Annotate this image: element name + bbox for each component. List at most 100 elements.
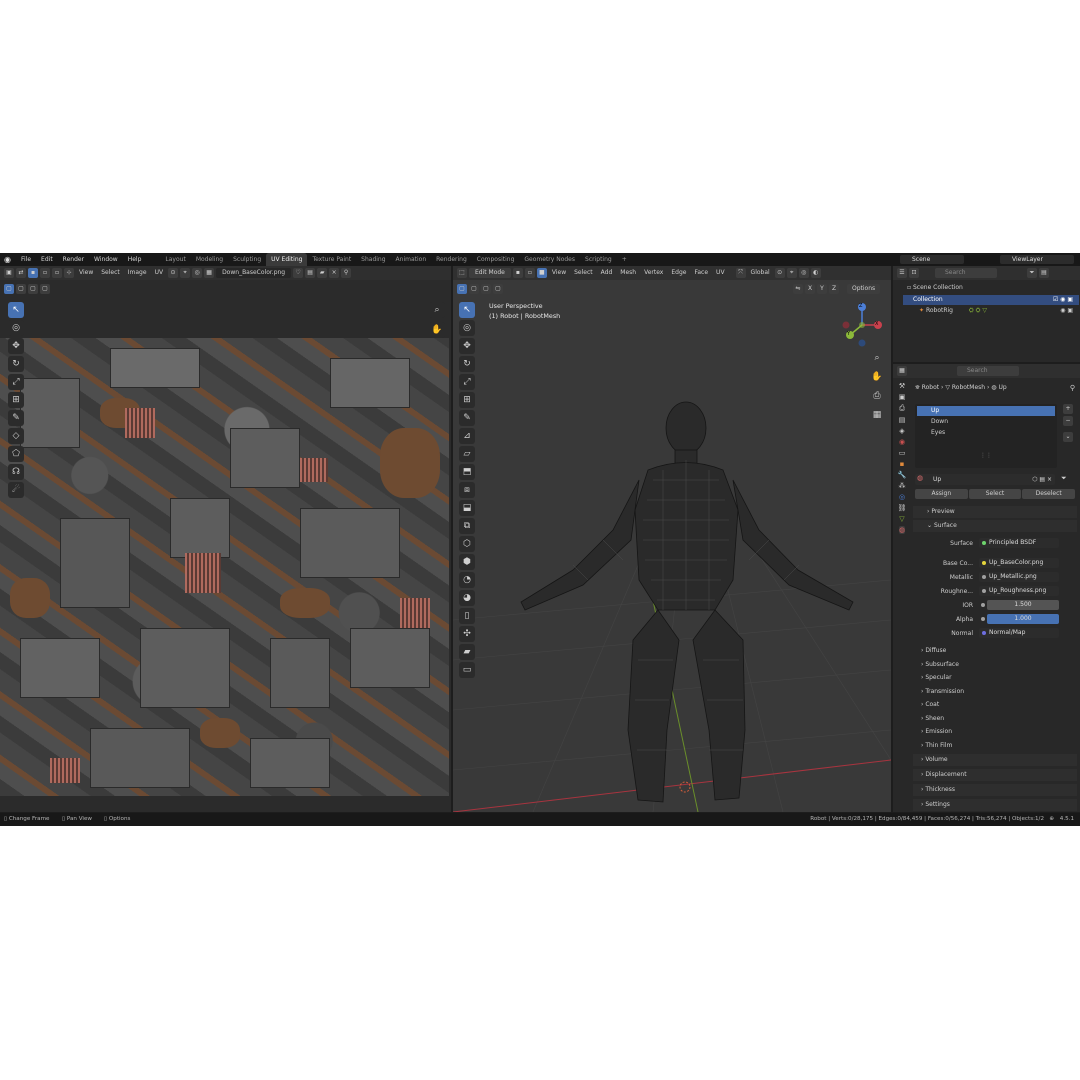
vertex-mode-icon[interactable]: ▪ bbox=[512, 268, 523, 278]
assign-button[interactable]: Assign bbox=[915, 489, 968, 499]
tab-shading[interactable]: Shading bbox=[356, 253, 390, 266]
transform-orientation[interactable]: Global bbox=[748, 266, 773, 280]
vp-pan-icon[interactable]: ✋ bbox=[869, 369, 885, 385]
edge-select-icon[interactable]: ▫ bbox=[40, 268, 50, 278]
subsection-subsurface[interactable]: › Subsurface bbox=[921, 658, 964, 672]
normal-field[interactable]: Normal/Map bbox=[979, 628, 1059, 638]
mode-selector[interactable]: Edit Mode bbox=[469, 268, 511, 278]
subsection-sheen[interactable]: › Sheen bbox=[921, 712, 964, 726]
volume-panel-header[interactable]: › Volume bbox=[913, 754, 1077, 766]
vp-transform-tool-icon[interactable]: ⊞ bbox=[459, 392, 475, 408]
pan-hand-icon[interactable]: ✋ bbox=[429, 322, 445, 338]
face-mode-icon[interactable]: ■ bbox=[536, 268, 547, 278]
select-invert-icon[interactable]: ▢ bbox=[40, 284, 50, 294]
edge-slide-tool-icon[interactable]: ▯ bbox=[459, 608, 475, 624]
vp-move-tool-icon[interactable]: ✥ bbox=[459, 338, 475, 354]
uv-menu-select[interactable]: Select bbox=[98, 266, 123, 280]
vp-menu-edge[interactable]: Edge bbox=[668, 266, 689, 280]
subsection-coat[interactable]: › Coat bbox=[921, 698, 964, 712]
subsection-specular[interactable]: › Specular bbox=[921, 671, 964, 685]
close-image-icon[interactable]: × bbox=[329, 268, 340, 278]
tab-texture-paint[interactable]: Texture Paint bbox=[307, 253, 356, 266]
remove-slot-button[interactable]: − bbox=[1063, 416, 1073, 426]
snap-icon[interactable]: ⌖ bbox=[180, 268, 191, 278]
outliner-type-icon[interactable]: ☰ bbox=[897, 268, 907, 278]
fake-user-icon[interactable]: ♡ bbox=[293, 268, 304, 278]
add-slot-button[interactable]: + bbox=[1063, 404, 1073, 414]
uv-menu-view[interactable]: View bbox=[76, 266, 96, 280]
material-slot-down[interactable]: Down bbox=[915, 416, 1057, 427]
settings-panel-header[interactable]: › Settings bbox=[913, 799, 1077, 811]
physics-tab-icon[interactable]: ◎ bbox=[899, 493, 905, 501]
pivot-icon[interactable]: ⊙ bbox=[168, 268, 179, 278]
scene-collection-row[interactable]: ▫ Scene Collection bbox=[907, 284, 963, 291]
subsection-emission[interactable]: › Emission bbox=[921, 725, 964, 739]
constraints-tab-icon[interactable]: ⛓ bbox=[898, 504, 907, 512]
vp-rotate-tool-icon[interactable]: ↻ bbox=[459, 356, 475, 372]
3d-viewport[interactable]: ⬚ Edit Mode ▪ ▫ ■ View Select Add Mesh V… bbox=[453, 266, 891, 812]
loop-cut-tool-icon[interactable]: ⧉ bbox=[459, 518, 475, 534]
poly-build-tool-icon[interactable]: ⬢ bbox=[459, 554, 475, 570]
select-button[interactable]: Select bbox=[968, 489, 1022, 499]
new-image-icon[interactable]: ▤ bbox=[305, 268, 316, 278]
robotrig-row[interactable]: ✦ RobotRig ⛭ ⛭ ▽ ◉ ▣ bbox=[919, 306, 1079, 316]
vp-scale-tool-icon[interactable]: ⤢ bbox=[459, 374, 475, 390]
image-browse-icon[interactable]: ▦ bbox=[204, 268, 215, 278]
properties-pin-icon[interactable]: ⚲ bbox=[1070, 384, 1075, 392]
vertex-select-icon[interactable]: ▪ bbox=[28, 268, 38, 278]
add-cube-tool-icon[interactable]: ▱ bbox=[459, 446, 475, 462]
scene-selector[interactable]: Scene bbox=[900, 255, 964, 264]
shrink-tool-icon[interactable]: ✣ bbox=[459, 626, 475, 642]
menu-window[interactable]: Window bbox=[89, 253, 123, 266]
rip-tool-icon[interactable]: ◇ bbox=[8, 428, 24, 444]
pinch-tool-icon[interactable]: ☄ bbox=[8, 482, 24, 498]
image-name-field[interactable]: Down_BaseColor.png bbox=[216, 268, 292, 278]
deselect-button[interactable]: Deselect bbox=[1022, 489, 1076, 499]
uv-menu-image[interactable]: Image bbox=[125, 266, 150, 280]
tab-animation[interactable]: Animation bbox=[391, 253, 432, 266]
vp-menu-view[interactable]: View bbox=[549, 266, 569, 280]
rig-visibility-icon[interactable]: ◉ ▣ bbox=[1060, 306, 1073, 316]
blender-logo-icon[interactable]: ◉ bbox=[4, 254, 16, 266]
properties-type-icon[interactable]: ▦ bbox=[897, 366, 907, 376]
displacement-panel-header[interactable]: › Displacement bbox=[913, 769, 1077, 781]
proportional-edit-icon[interactable]: ◎ bbox=[192, 268, 203, 278]
relax-tool-icon[interactable]: ☊ bbox=[8, 464, 24, 480]
preview-panel-header[interactable]: › Preview bbox=[913, 506, 1077, 518]
navigation-gizmo[interactable]: Z X Y bbox=[838, 301, 882, 351]
world-tab-icon[interactable]: ◉ bbox=[899, 438, 905, 446]
vp-menu-select[interactable]: Select bbox=[571, 266, 596, 280]
select-box-icon[interactable]: ▢ bbox=[4, 284, 14, 294]
slot-menu-icon[interactable]: ⌄ bbox=[1063, 432, 1073, 442]
select-subtract-icon[interactable]: ▢ bbox=[28, 284, 38, 294]
pivot-point-icon[interactable]: ⊙ bbox=[774, 268, 785, 278]
object-tab-icon[interactable]: ▪ bbox=[900, 460, 905, 468]
vp-menu-vertex[interactable]: Vertex bbox=[641, 266, 666, 280]
knife-tool-icon[interactable]: ⬡ bbox=[459, 536, 475, 552]
bevel-tool-icon[interactable]: ⬓ bbox=[459, 500, 475, 516]
inset-tool-icon[interactable]: ⧈ bbox=[459, 482, 475, 498]
smooth-tool-icon[interactable]: ◕ bbox=[459, 590, 475, 606]
uv-menu-uv[interactable]: UV bbox=[152, 266, 167, 280]
viewport-editor-type-icon[interactable]: ⬚ bbox=[457, 268, 467, 278]
ior-field[interactable]: 1.500 bbox=[987, 600, 1059, 610]
cursor-tool-icon[interactable]: ◎ bbox=[8, 320, 24, 336]
subsection-transmission[interactable]: › Transmission bbox=[921, 685, 964, 699]
shear-tool-icon[interactable]: ▰ bbox=[459, 644, 475, 660]
zoom-icon[interactable]: ⌕ bbox=[429, 302, 445, 318]
sticky-select-icon[interactable]: ⊹ bbox=[64, 268, 74, 278]
surface-panel-header[interactable]: ⌄ Surface bbox=[913, 520, 1077, 532]
robot-mesh[interactable] bbox=[520, 401, 854, 803]
tab-compositing[interactable]: Compositing bbox=[472, 253, 520, 266]
filter-icon[interactable]: ⏷ bbox=[1027, 268, 1037, 278]
uv-texture-image[interactable] bbox=[0, 338, 449, 796]
menu-render[interactable]: Render bbox=[58, 253, 89, 266]
material-filter-icon[interactable]: ⏷ bbox=[1061, 474, 1067, 483]
collection-tab-icon[interactable]: ▭ bbox=[899, 449, 906, 457]
tab-rendering[interactable]: Rendering bbox=[431, 253, 472, 266]
outliner-search[interactable]: Search bbox=[935, 268, 997, 278]
material-browse-icon[interactable]: ◍ bbox=[917, 474, 923, 482]
ortho-toggle-icon[interactable]: ▦ bbox=[869, 407, 885, 423]
transform-tool-icon[interactable]: ⊞ bbox=[8, 392, 24, 408]
display-mode-icon[interactable]: ⊡ bbox=[909, 268, 919, 278]
